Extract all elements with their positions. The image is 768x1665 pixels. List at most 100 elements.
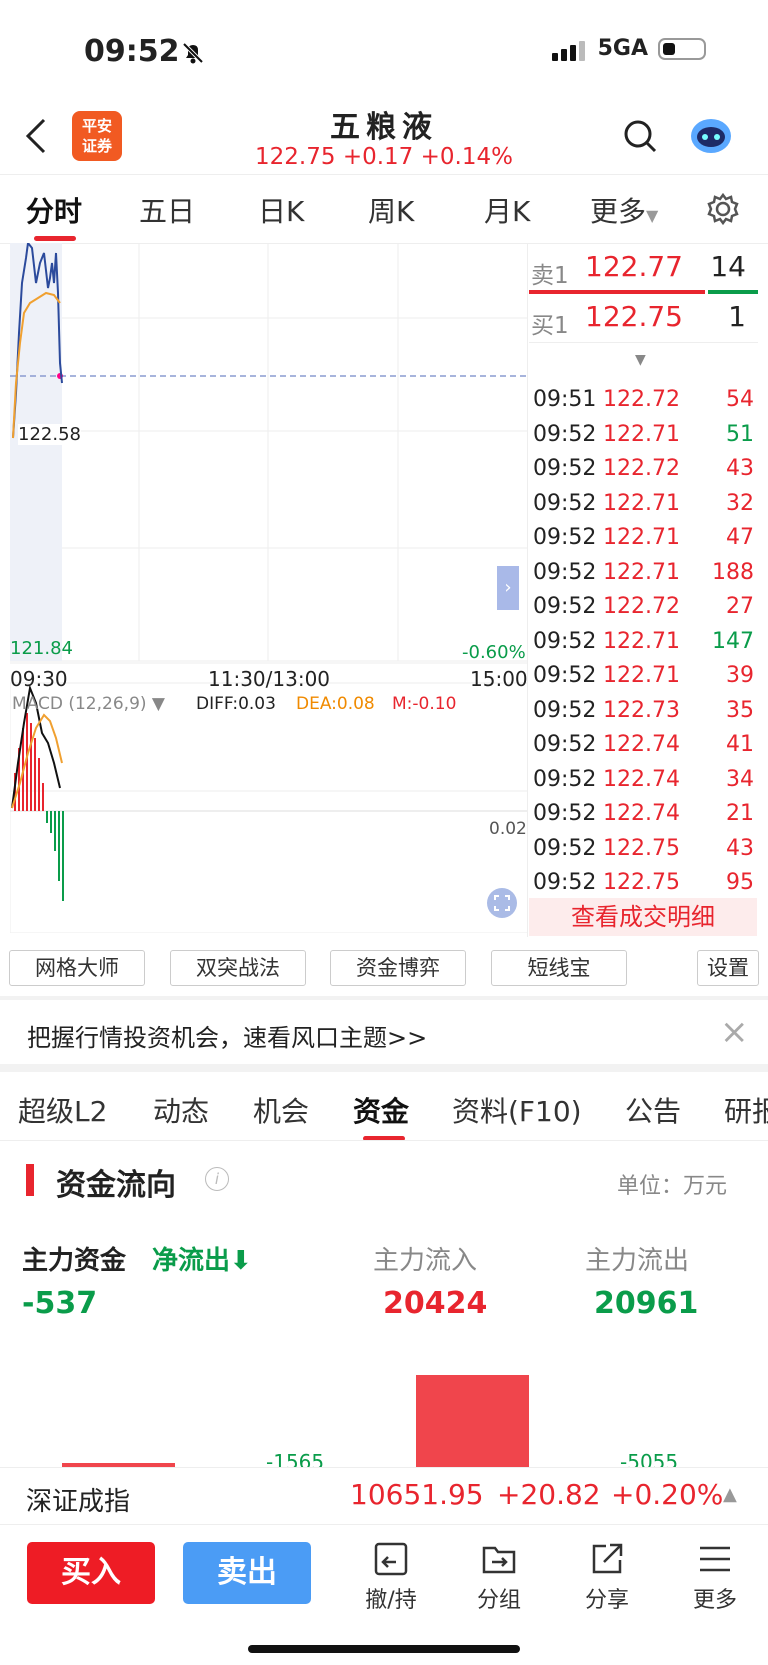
intraday-chart[interactable]	[10, 243, 528, 933]
tab-daily-k[interactable]: 日K	[258, 190, 304, 230]
tick-row: 09:51 122.72 54	[529, 383, 758, 418]
macd-dea: DEA:0.08	[296, 694, 375, 714]
fund-game-button[interactable]: 资金博弈	[330, 950, 466, 986]
promo-banner[interactable]: 把握行情投资机会，速看风口主题>>	[27, 1018, 427, 1053]
view-trade-detail-button[interactable]: 查看成交明细	[529, 898, 757, 936]
macd-name: MACD (12,26,9)	[12, 694, 147, 714]
robot-assistant-icon[interactable]	[688, 114, 734, 156]
tick-time: 09:52	[533, 835, 597, 861]
tick-price: 122.72	[603, 594, 680, 619]
settings-button[interactable]: 设置	[697, 950, 759, 986]
info-icon[interactable]: i	[205, 1167, 229, 1191]
sell1-label: 卖1	[531, 263, 569, 289]
tab-opportunity[interactable]: 机会	[253, 1090, 309, 1130]
tick-qty: 34	[726, 766, 754, 792]
nav-more[interactable]: 更多	[675, 1582, 755, 1614]
tick-price: 122.74	[603, 766, 680, 792]
tick-row: 09:52 122.72 27	[529, 590, 758, 625]
tick-time: 09:51	[533, 387, 597, 412]
expand-panel-icon[interactable]: ›	[497, 566, 519, 610]
tick-row: 09:52 122.74 34	[529, 763, 758, 798]
flow-bar-left-label: -1565	[266, 1450, 325, 1467]
double-break-button[interactable]: 双突战法	[170, 950, 306, 986]
folder-icon[interactable]	[480, 1540, 518, 1578]
divider	[0, 174, 768, 175]
tick-row: 09:52 122.72 43	[529, 452, 758, 487]
grid-master-button[interactable]: 网格大师	[9, 950, 145, 986]
tick-row: 09:52 122.73 35	[529, 694, 758, 729]
tick-row: 09:52 122.71 147	[529, 625, 758, 660]
battery-icon	[658, 37, 706, 60]
tab-weekly-k[interactable]: 周K	[368, 190, 414, 230]
share-icon[interactable]	[588, 1540, 626, 1578]
tick-row: 09:52 122.74 21	[529, 797, 758, 832]
tick-qty: 41	[726, 732, 754, 757]
tab-funds[interactable]: 资金	[353, 1090, 409, 1130]
short-term-button[interactable]: 短线宝	[491, 950, 627, 986]
time-end: 15:00	[470, 667, 528, 691]
tick-time: 09:52	[533, 801, 597, 826]
divider	[0, 996, 768, 1000]
tick-qty: 21	[726, 801, 754, 826]
tab-announcements[interactable]: 公告	[625, 1090, 681, 1130]
inflow-label: 主力流入	[373, 1246, 478, 1276]
cancel-hold-icon[interactable]	[372, 1540, 410, 1578]
inflow-value: 20424	[383, 1286, 488, 1321]
network-label: 5GA	[597, 36, 648, 61]
tick-list[interactable]: 09:51 122.72 54 09:52 122.71 51 09:52 122.72 43 0…	[529, 383, 758, 901]
main-fund-label: 主力资金	[22, 1246, 127, 1276]
tab-news[interactable]: 动态	[153, 1090, 209, 1130]
menu-icon[interactable]	[696, 1540, 734, 1578]
buy1-qty: 1	[728, 300, 746, 333]
tick-price: 122.75	[603, 835, 680, 861]
tick-row: 09:52 122.71 32	[529, 487, 758, 522]
tab-more[interactable]: 更多▼	[590, 190, 658, 230]
gear-icon[interactable]	[706, 192, 740, 226]
tick-time: 09:52	[533, 870, 597, 895]
nav-cancel-hold[interactable]: 撤/持	[351, 1582, 431, 1614]
tick-qty: 47	[726, 525, 754, 550]
time-start: 09:30	[10, 667, 68, 691]
index-name: 深证成指	[26, 1487, 131, 1517]
tab-monthly-k[interactable]: 月K	[484, 190, 530, 230]
sell1-qty: 14	[710, 250, 746, 283]
tick-row: 09:52 122.75 95	[529, 866, 758, 901]
tab-super-l2[interactable]: 超级L2	[18, 1090, 107, 1130]
arrow-down-icon: ⬇	[230, 1246, 252, 1276]
expand-book-icon[interactable]: ▼	[635, 352, 646, 368]
nav-group[interactable]: 分组	[459, 1582, 539, 1614]
close-icon[interactable]: ×	[720, 1012, 749, 1052]
tick-price: 122.72	[603, 456, 680, 481]
macd-axis-label: 0.02	[489, 819, 527, 839]
tick-qty: 54	[726, 387, 754, 412]
tab-5day[interactable]: 五日	[139, 190, 195, 230]
macd-selector[interactable]: MACD (12,26,9) ▼	[12, 694, 165, 714]
macd-m: M:-0.10	[392, 694, 457, 714]
tick-qty: 95	[726, 870, 754, 895]
tick-qty: 147	[712, 628, 754, 654]
chart-low-label: 121.84	[10, 638, 73, 659]
search-icon[interactable]	[622, 118, 658, 154]
nav-share[interactable]: 分享	[567, 1582, 647, 1614]
tab-intraday[interactable]: 分时	[26, 190, 82, 230]
status-time: 09:52	[84, 34, 180, 69]
tick-qty: 32	[726, 490, 754, 516]
sell1-price: 122.77	[585, 250, 683, 283]
net-label: 净流出	[152, 1246, 231, 1276]
tick-price: 122.71	[603, 559, 680, 585]
chevron-up-icon[interactable]: ▲	[723, 1484, 737, 1505]
tab-f10[interactable]: 资料(F10)	[452, 1090, 582, 1130]
sell-button[interactable]: 卖出	[183, 1542, 311, 1604]
buy-bar	[708, 290, 758, 294]
index-pct: +0.20%	[611, 1478, 724, 1511]
divider	[0, 1064, 768, 1072]
tab-research[interactable]: 研报	[724, 1090, 768, 1130]
unit-label: 单位：万元	[617, 1174, 728, 1199]
buy-button[interactable]: 买入	[27, 1542, 155, 1604]
fullscreen-icon[interactable]	[486, 887, 518, 919]
outflow-value: 20961	[594, 1286, 699, 1321]
flow-bar-red	[416, 1375, 529, 1467]
tick-qty: 43	[726, 456, 754, 481]
tick-price: 122.74	[603, 801, 680, 826]
net-outflow-label: 净流出⬇	[152, 1240, 252, 1277]
